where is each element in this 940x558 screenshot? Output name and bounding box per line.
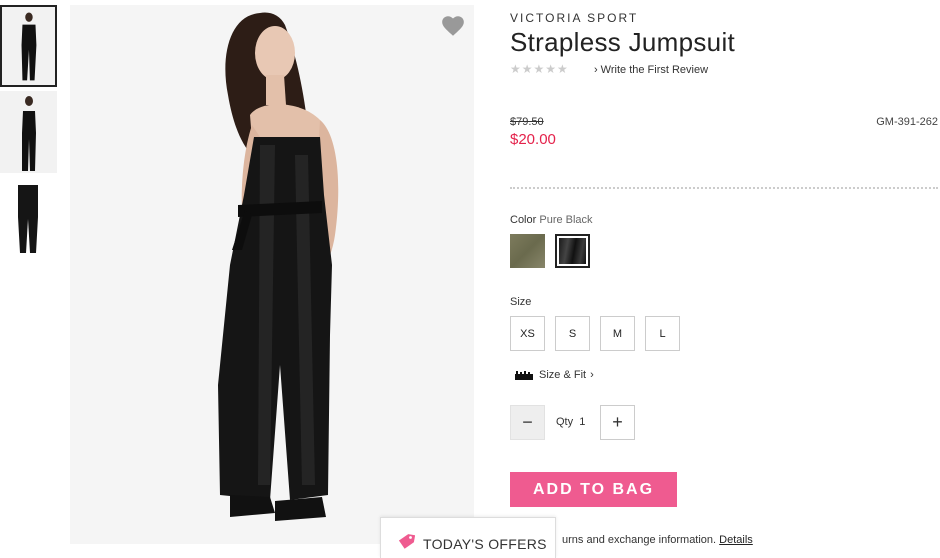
quantity-display: Qty 1	[556, 416, 585, 428]
chevron-right-icon: ›	[594, 64, 598, 76]
size-option-m[interactable]: M	[600, 316, 635, 351]
tag-icon	[399, 534, 415, 549]
thumbnail-flat[interactable]	[0, 177, 57, 259]
chevron-right-icon: ›	[590, 369, 594, 381]
returns-text: urns and exchange information.	[562, 534, 717, 546]
heart-icon[interactable]	[440, 13, 466, 39]
rating-stars: ★★★★★	[510, 62, 569, 76]
size-option-s[interactable]: S	[555, 316, 590, 351]
color-swatch-olive[interactable]	[510, 234, 545, 268]
color-label: Color Pure Black	[510, 214, 593, 226]
thumbnail-front[interactable]	[0, 5, 57, 87]
returns-info: urns and exchange information. Details	[562, 534, 753, 546]
ruler-icon	[515, 370, 533, 380]
sale-price: $20.00	[510, 131, 556, 148]
color-swatch-pure-black[interactable]	[555, 234, 590, 268]
quantity-value: 1	[579, 416, 586, 428]
product-main-image	[70, 5, 474, 544]
product-title: Strapless Jumpsuit	[510, 27, 736, 57]
product-sku: GM-391-262	[876, 116, 938, 128]
add-to-bag-button[interactable]: ADD TO BAG	[510, 472, 677, 507]
write-review-label: Write the First Review	[600, 64, 709, 76]
todays-offers-tab[interactable]: TODAY'S OFFERS	[380, 517, 556, 558]
quantity-label: Qty	[556, 416, 574, 428]
size-option-xs[interactable]: XS	[510, 316, 545, 351]
original-price: $79.50	[510, 116, 544, 128]
quantity-increase-button[interactable]: +	[600, 405, 635, 440]
size-fit-link[interactable]: Size & Fit ›	[515, 369, 594, 381]
size-option-l[interactable]: L	[645, 316, 680, 351]
quantity-decrease-button[interactable]: −	[510, 405, 545, 440]
product-photo	[70, 5, 474, 544]
color-label-text: Color	[510, 214, 537, 226]
returns-details-link[interactable]: Details	[719, 534, 753, 546]
size-fit-label: Size & Fit	[539, 369, 587, 381]
divider	[510, 187, 938, 189]
thumbnail-back[interactable]	[0, 91, 57, 173]
size-label: Size	[510, 296, 532, 308]
thumbnail-list	[0, 5, 60, 263]
selected-color: Pure Black	[539, 214, 593, 226]
brand-name: VICTORIA SPORT	[510, 11, 639, 25]
write-review-link[interactable]: › Write the First Review	[594, 64, 708, 76]
